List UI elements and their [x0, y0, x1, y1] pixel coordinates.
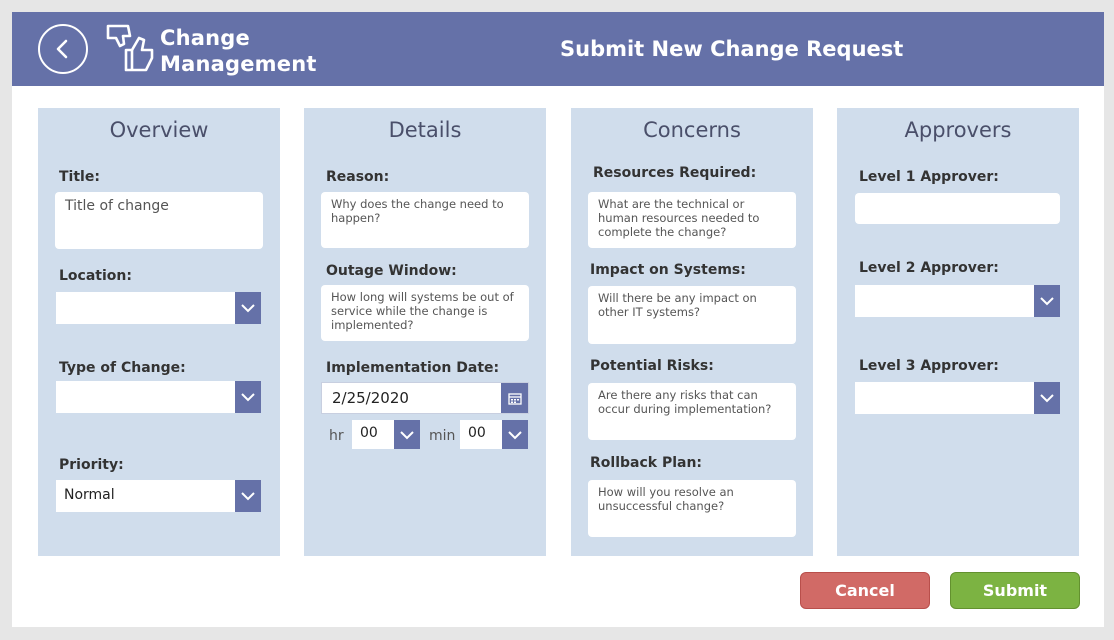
impact-on-systems-label: Impact on Systems:: [590, 262, 746, 278]
type-of-change-dropdown[interactable]: [56, 381, 261, 413]
overview-panel: Overview Title: Title of change Location…: [38, 108, 280, 556]
level2-approver-label: Level 2 Approver:: [859, 260, 999, 276]
chevron-down-icon[interactable]: [502, 420, 528, 449]
submit-button[interactable]: Submit: [950, 572, 1080, 609]
approvers-panel: Approvers Level 1 Approver: Level 2 Appr…: [837, 108, 1079, 556]
rollback-plan-label: Rollback Plan:: [590, 455, 703, 471]
rollback-plan-input[interactable]: How will you resolve an unsuccessful cha…: [588, 480, 796, 537]
priority-label: Priority:: [59, 457, 124, 473]
implementation-date-picker[interactable]: 2/25/2020: [321, 382, 529, 414]
concerns-heading: Concerns: [643, 118, 741, 142]
resources-required-input[interactable]: What are the technical or human resource…: [588, 192, 796, 248]
level1-approver-input[interactable]: [855, 193, 1060, 224]
cancel-button[interactable]: Cancel: [800, 572, 930, 609]
location-label: Location:: [59, 268, 132, 284]
chevron-down-icon[interactable]: [394, 420, 420, 449]
chevron-down-icon[interactable]: [235, 292, 261, 324]
resources-required-label: Resources Required:: [593, 165, 757, 181]
approvers-heading: Approvers: [904, 118, 1012, 142]
level2-approver-dropdown[interactable]: [855, 285, 1060, 317]
title-label: Title:: [59, 169, 100, 185]
app-title-line1: Change: [160, 26, 250, 50]
location-dropdown[interactable]: [56, 292, 261, 324]
priority-dropdown[interactable]: Normal: [56, 480, 261, 512]
calendar-icon[interactable]: [501, 383, 528, 413]
chevron-down-icon[interactable]: [235, 480, 261, 512]
reason-label: Reason:: [326, 169, 390, 185]
details-heading: Details: [388, 118, 462, 142]
overview-heading: Overview: [109, 118, 209, 142]
app-window: Change Management Submit New Change Requ…: [12, 12, 1104, 627]
outage-window-label: Outage Window:: [326, 263, 457, 279]
impact-on-systems-input[interactable]: Will there be any impact on other IT sys…: [588, 286, 796, 344]
minute-label: min: [429, 428, 456, 444]
minute-value: 00: [468, 425, 486, 441]
reason-input[interactable]: Why does the change need to happen?: [321, 192, 529, 248]
page-title: Submit New Change Request: [560, 37, 904, 61]
details-panel: Details Reason: Why does the change need…: [304, 108, 546, 556]
concerns-panel: Concerns Resources Required: What are th…: [571, 108, 813, 556]
back-button[interactable]: [38, 24, 88, 74]
app-title-line2: Management: [160, 52, 317, 76]
implementation-date-value: 2/25/2020: [332, 389, 409, 407]
chevron-down-icon[interactable]: [235, 381, 261, 413]
back-arrow-icon: [56, 39, 68, 59]
thumbs-up-down-icon: [106, 24, 154, 72]
level1-approver-label: Level 1 Approver:: [859, 169, 999, 185]
level3-approver-label: Level 3 Approver:: [859, 358, 999, 374]
type-of-change-label: Type of Change:: [59, 360, 186, 376]
hour-label: hr: [329, 428, 344, 444]
implementation-date-label: Implementation Date:: [326, 360, 500, 376]
priority-value: Normal: [64, 487, 115, 503]
hour-value: 00: [360, 425, 378, 441]
chevron-down-icon[interactable]: [1034, 285, 1060, 317]
potential-risks-input[interactable]: Are there any risks that can occur durin…: [588, 383, 796, 440]
chevron-down-icon[interactable]: [1034, 382, 1060, 414]
app-title: Change Management: [160, 25, 317, 77]
minute-dropdown[interactable]: 00: [460, 420, 528, 449]
hour-dropdown[interactable]: 00: [352, 420, 420, 449]
level3-approver-dropdown[interactable]: [855, 382, 1060, 414]
title-input[interactable]: Title of change: [55, 192, 263, 249]
outage-window-input[interactable]: How long will systems be out of service …: [321, 285, 529, 341]
header-bar: Change Management Submit New Change Requ…: [12, 12, 1104, 86]
potential-risks-label: Potential Risks:: [590, 358, 714, 374]
